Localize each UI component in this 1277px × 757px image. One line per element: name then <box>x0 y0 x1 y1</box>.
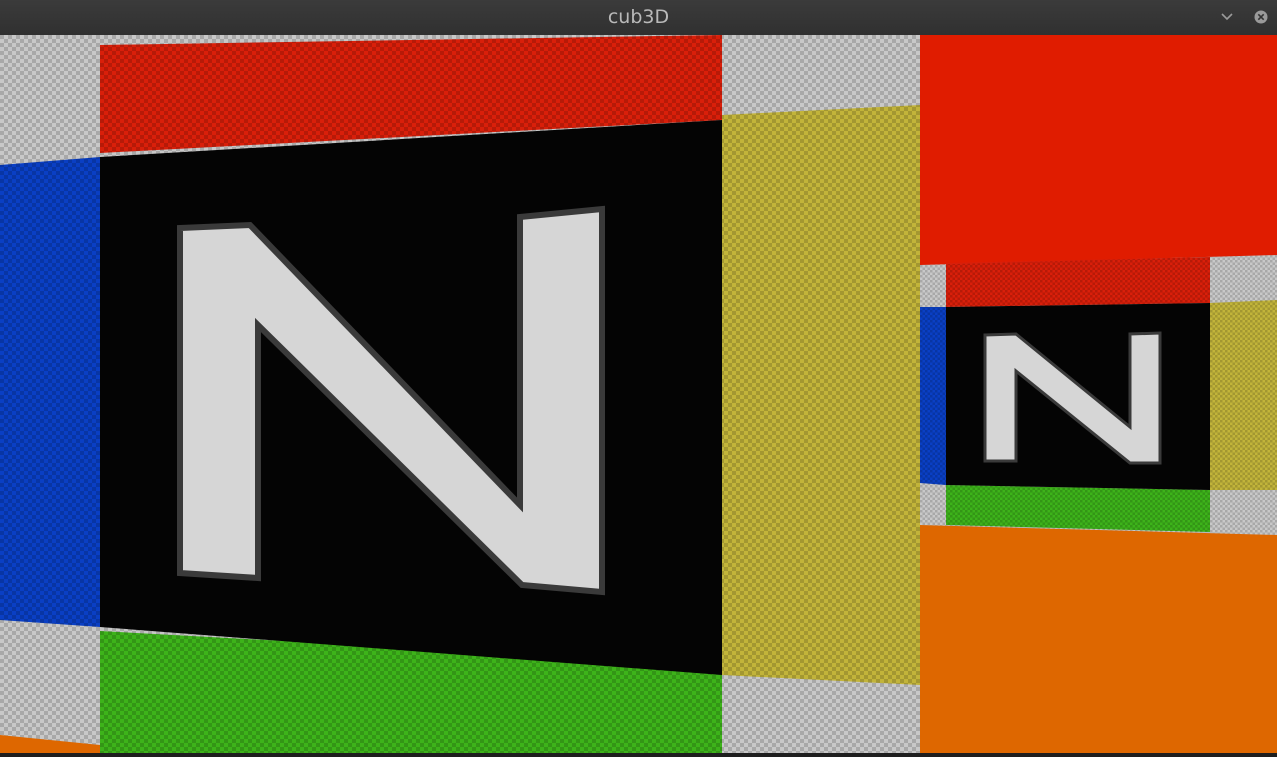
window-menu-button[interactable] <box>1218 8 1236 26</box>
bottom-border <box>0 753 1277 757</box>
window-close-button[interactable] <box>1252 8 1270 26</box>
title-bar[interactable]: cub3D <box>0 0 1277 36</box>
chevron-down-icon <box>1221 13 1233 21</box>
close-icon <box>1254 10 1268 24</box>
far-view <box>920 35 1277 753</box>
ceiling <box>920 35 1277 267</box>
game-render <box>0 35 1277 753</box>
floor <box>920 525 1277 753</box>
raycast-viewport[interactable] <box>0 35 1277 753</box>
window-title: cub3D <box>607 6 670 28</box>
near-wall <box>0 35 920 753</box>
game-window: cub3D <box>0 0 1277 757</box>
